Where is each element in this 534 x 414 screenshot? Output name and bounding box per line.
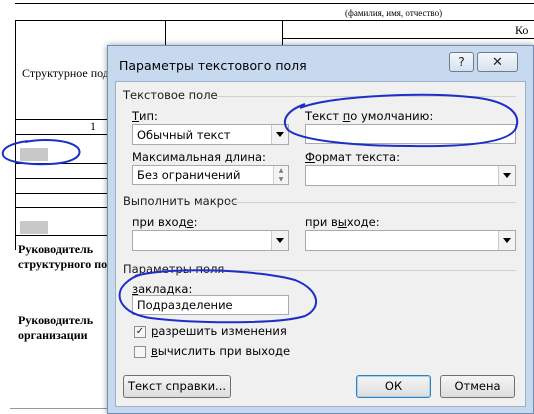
allow-changes-label[interactable]: разрешить изменения: [151, 324, 287, 338]
default-text-input[interactable]: [305, 124, 516, 144]
on-exit-label: при выходе:: [305, 215, 380, 229]
chevron-down-icon[interactable]: [498, 231, 515, 250]
table-border: [15, 193, 110, 194]
dialog-titlebar[interactable]: Параметры текстового поля ? ✕: [108, 46, 533, 82]
text-field-options-dialog: Параметры текстового поля ? ✕ Текстовое …: [107, 45, 534, 414]
type-label: Тип:: [132, 109, 158, 123]
table-border: [15, 235, 110, 236]
textfield-group-label: Текстовое поле: [123, 88, 218, 102]
default-text-label: Текст по умолчанию:: [305, 109, 434, 123]
form-field-shading: [20, 221, 48, 234]
type-dropdown-value: Обычный текст: [137, 128, 231, 142]
dept-header: Структурное под: [22, 66, 109, 80]
on-entry-label: при входе:: [132, 215, 198, 229]
dialog-client-area: Текстовое поле Тип: Обычный текст Текст …: [115, 81, 526, 407]
table-border: [15, 178, 110, 179]
on-exit-dropdown[interactable]: [305, 230, 516, 251]
format-dropdown[interactable]: [305, 165, 516, 186]
close-button[interactable]: ✕: [477, 52, 518, 72]
calc-on-exit-checkbox[interactable]: [134, 346, 146, 358]
maxlen-label: Максимальная длина:: [132, 150, 266, 164]
table-border: [15, 20, 534, 21]
help-text-button[interactable]: Текст справки...: [123, 375, 231, 398]
macro-group-label: Выполнить макрос: [123, 194, 238, 208]
head-org-line1: Руководитель: [18, 313, 94, 327]
cancel-button[interactable]: Отмена: [440, 375, 515, 398]
spinner-arrows[interactable]: ▲ ▼: [273, 166, 288, 184]
ok-button[interactable]: ОК: [356, 375, 431, 398]
chevron-down-icon[interactable]: [498, 166, 515, 185]
params-group-label: Параметры поля: [123, 262, 225, 276]
chevron-down-icon[interactable]: [271, 125, 288, 144]
maxlen-value: Без ограничений: [137, 168, 241, 182]
table-border: [15, 134, 110, 135]
head-org-line2: организации: [18, 328, 88, 342]
help-button[interactable]: ?: [449, 52, 474, 72]
spin-up-icon[interactable]: ▲: [273, 166, 288, 175]
on-entry-dropdown[interactable]: [132, 230, 289, 251]
table-border-left: [15, 20, 16, 250]
chevron-down-icon[interactable]: [271, 231, 288, 250]
type-dropdown[interactable]: Обычный текст: [132, 124, 289, 145]
format-label: Формат текста:: [305, 150, 400, 164]
allow-changes-checkbox[interactable]: ✓: [134, 326, 146, 338]
page-edge: [10, 408, 108, 409]
col-number: 1: [90, 119, 96, 133]
maxlen-spinner[interactable]: Без ограничений ▲ ▼: [132, 165, 289, 185]
col-top-right: Ко: [515, 23, 529, 37]
fio-caption: (фамилия, имя, отчество): [345, 8, 443, 18]
group-separator: [214, 270, 516, 271]
head-dept-line1: Руководитель: [18, 242, 94, 256]
head-dept-line2: структурного по: [18, 257, 108, 271]
table-border: [15, 207, 110, 208]
group-separator: [228, 202, 516, 203]
form-field-shading: [20, 148, 48, 161]
dialog-title: Параметры текстового поля: [119, 58, 307, 73]
calc-on-exit-label[interactable]: вычислить при выходе: [151, 344, 290, 358]
bookmark-input[interactable]: Подразделение: [132, 295, 289, 315]
table-border: [282, 38, 534, 39]
bookmark-label: закладка:: [132, 282, 193, 296]
group-separator: [216, 96, 516, 97]
table-border-top: [15, 3, 534, 4]
spin-down-icon[interactable]: ▼: [273, 175, 288, 184]
table-border: [15, 163, 110, 164]
